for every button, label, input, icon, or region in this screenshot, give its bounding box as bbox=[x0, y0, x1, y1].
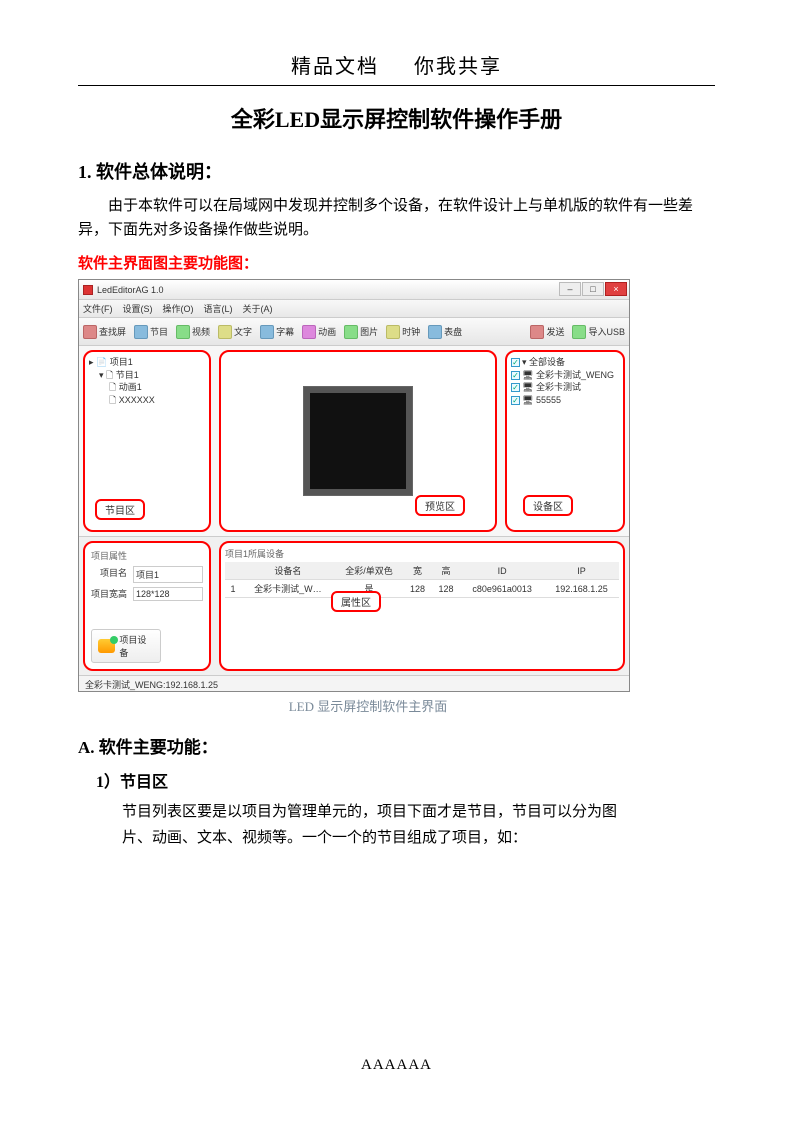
clock-icon bbox=[386, 325, 400, 339]
video-icon bbox=[176, 325, 190, 339]
image-icon bbox=[344, 325, 358, 339]
header-right: 你我共享 bbox=[414, 56, 502, 78]
tb-subtitle[interactable]: 字幕 bbox=[260, 325, 294, 339]
screenshot-caption: LED 显示屏控制软件主界面 bbox=[218, 696, 518, 715]
text-icon bbox=[218, 325, 232, 339]
page-footer: AAAAAA bbox=[0, 1057, 793, 1074]
usb-icon bbox=[572, 325, 586, 339]
device-tree[interactable]: ✓▾ 全部设备 ✓🖥 全彩卡测试_WENG ✓🖥 全彩卡测试 ✓🖥 55555 bbox=[507, 352, 623, 410]
screenshot-main-ui: LedEditorAG 1.0 – □ × 文件(F) 设置(S) 操作(O) … bbox=[78, 279, 630, 692]
item-1-heading: 1）节目区 bbox=[96, 768, 715, 792]
animation-icon bbox=[302, 325, 316, 339]
device-panel: ✓▾ 全部设备 ✓🖥 全彩卡测试_WENG ✓🖥 全彩卡测试 ✓🖥 55555 … bbox=[505, 350, 625, 532]
menu-about[interactable]: 关于(A) bbox=[243, 302, 273, 315]
menubar: 文件(F) 设置(S) 操作(O) 语言(L) 关于(A) bbox=[79, 300, 629, 318]
label-program-area: 节目区 bbox=[95, 499, 145, 520]
subtitle-icon bbox=[260, 325, 274, 339]
val-projname[interactable]: 项目1 bbox=[133, 566, 203, 583]
app-icon bbox=[83, 285, 93, 295]
device-table-panel: 项目1所属设备 设备名 全彩/单双色 宽 高 ID IP 1 全彩卡测试_W… … bbox=[219, 541, 625, 671]
statusbar: 全彩卡测试_WENG:192.168.1.25 bbox=[79, 675, 629, 691]
tb-program[interactable]: 节目 bbox=[134, 325, 168, 339]
section-1-heading: 1. 软件总体说明： bbox=[78, 158, 715, 184]
program-icon bbox=[134, 325, 148, 339]
val-projsize[interactable]: 128*128 bbox=[133, 587, 203, 601]
tb-clock[interactable]: 时钟 bbox=[386, 325, 420, 339]
tb-image[interactable]: 图片 bbox=[344, 325, 378, 339]
minimize-button[interactable]: – bbox=[559, 282, 581, 296]
tb-send[interactable]: 发送 bbox=[530, 325, 564, 339]
red-label-main-ui: 软件主界面图主要功能图： bbox=[78, 252, 715, 273]
preview-panel: 预览区 bbox=[219, 350, 497, 532]
doc-title: 全彩LED显示屏控制软件操作手册 bbox=[78, 102, 715, 134]
dial-icon bbox=[428, 325, 442, 339]
item-1-body: 节目列表区要是以项目为管理单元的，项目下面才是节目，节目可以分为图片、动画、文本… bbox=[122, 800, 642, 851]
preview-box bbox=[303, 386, 413, 496]
tb-usb[interactable]: 导入USB bbox=[572, 325, 625, 339]
tb-text[interactable]: 文字 bbox=[218, 325, 252, 339]
tb-findscreen[interactable]: 查找屏 bbox=[83, 325, 126, 339]
close-button[interactable]: × bbox=[605, 282, 627, 296]
table-row[interactable]: 1 全彩卡测试_W… 是 128 128 c80e961a0013 192.16… bbox=[225, 580, 619, 598]
window-title: LedEditorAG 1.0 bbox=[97, 285, 164, 295]
tb-dial[interactable]: 表盘 bbox=[428, 325, 462, 339]
send-icon bbox=[530, 325, 544, 339]
tb-anim[interactable]: 动画 bbox=[302, 325, 336, 339]
label-preview-area: 预览区 bbox=[415, 495, 465, 516]
label-props-area: 属性区 bbox=[331, 591, 381, 612]
tb-video[interactable]: 视频 bbox=[176, 325, 210, 339]
gear-refresh-icon bbox=[98, 639, 115, 653]
project-props-panel: 项目属性 项目名项目1 项目宽高128*128 项目设备 bbox=[83, 541, 211, 671]
menu-file[interactable]: 文件(F) bbox=[83, 302, 113, 315]
project-device-button[interactable]: 项目设备 bbox=[91, 629, 161, 663]
window-buttons: – □ × bbox=[559, 282, 627, 296]
menu-settings[interactable]: 设置(S) bbox=[123, 302, 153, 315]
program-panel: ▸ 📄 项目1 ▾ 🗋 节目1 🗋 动画1 🗋 XXXXXX 节目区 bbox=[83, 350, 211, 532]
device-table: 设备名 全彩/单双色 宽 高 ID IP 1 全彩卡测试_W… 是 128 12… bbox=[225, 562, 619, 598]
menu-ops[interactable]: 操作(O) bbox=[163, 302, 194, 315]
lbl-projname: 项目名 bbox=[91, 566, 127, 583]
section-a-heading: A. 软件主要功能： bbox=[78, 733, 715, 758]
maximize-button[interactable]: □ bbox=[582, 282, 604, 296]
lbl-projsize: 项目宽高 bbox=[91, 587, 127, 601]
header-left: 精品文档 bbox=[291, 56, 379, 78]
section-1-paragraph: 由于本软件可以在局域网中发现并控制多个设备，在软件设计上与单机版的软件有一些差异… bbox=[78, 194, 715, 242]
toolbar: 查找屏 节目 视频 文字 字幕 动画 图片 时钟 表盘 发送 导入USB bbox=[79, 318, 629, 346]
magnifier-icon bbox=[83, 325, 97, 339]
label-device-area: 设备区 bbox=[523, 495, 573, 516]
table-header: 设备名 全彩/单双色 宽 高 ID IP bbox=[225, 562, 619, 580]
titlebar: LedEditorAG 1.0 – □ × bbox=[79, 280, 629, 300]
menu-lang[interactable]: 语言(L) bbox=[204, 302, 233, 315]
doc-header: 精品文档 你我共享 bbox=[78, 50, 715, 86]
program-tree[interactable]: ▸ 📄 项目1 ▾ 🗋 节目1 🗋 动画1 🗋 XXXXXX bbox=[85, 352, 209, 410]
